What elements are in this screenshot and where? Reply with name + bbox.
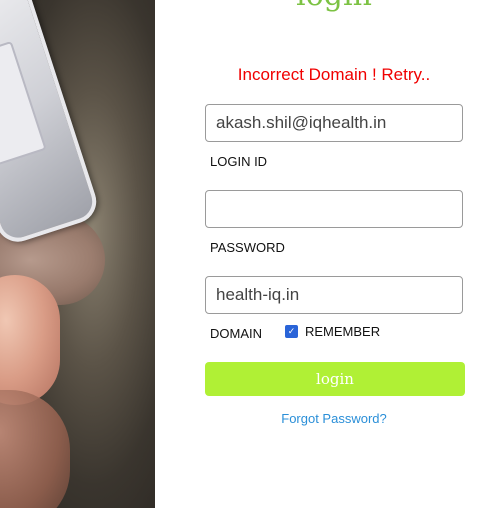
phone-illustration (0, 0, 102, 248)
domain-input[interactable]: health-iq.in (205, 276, 463, 314)
login-id-label: LOGIN ID (210, 154, 268, 169)
hero-photo (0, 0, 155, 508)
forgot-password-link[interactable]: Forgot Password? (155, 411, 482, 426)
hand-lower-shape (0, 390, 70, 508)
remember-label: REMEMBER (305, 324, 381, 339)
login-id-input[interactable]: akash.shil@iqhealth.in (205, 104, 463, 142)
phone-screen (0, 40, 47, 168)
domain-label: DOMAIN (210, 326, 262, 341)
error-message: Incorrect Domain ! Retry.. (237, 65, 431, 84)
password-input[interactable] (205, 190, 463, 228)
login-panel: login Incorrect Domain ! Retry.. akash.s… (155, 0, 482, 508)
password-label: PASSWORD (210, 240, 285, 255)
finger-shape (0, 275, 60, 405)
remember-checkbox[interactable]: ✓ (285, 325, 298, 338)
page-title: login (155, 0, 482, 13)
remember-option[interactable]: ✓ REMEMBER (285, 324, 380, 339)
login-button[interactable]: login (205, 362, 465, 396)
